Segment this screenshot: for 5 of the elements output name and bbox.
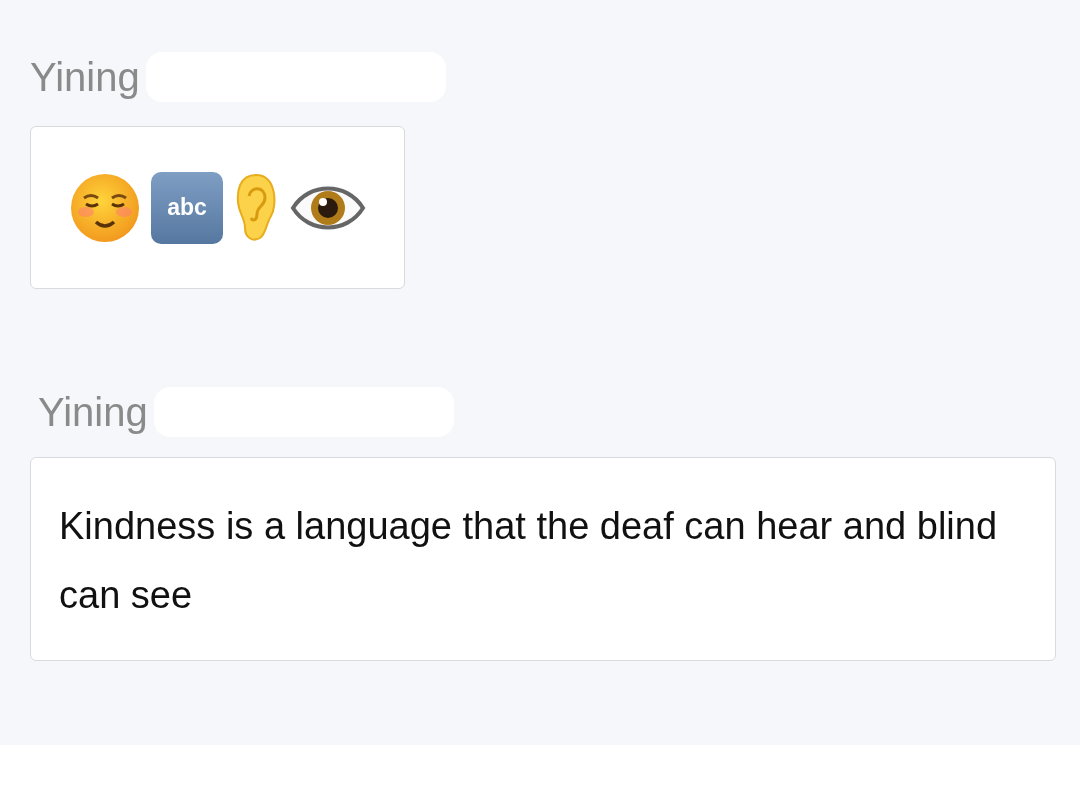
message-text: Kindness is a language that the deaf can hear and blind can see <box>30 457 1056 662</box>
sender-name: Yining <box>38 389 148 436</box>
smiling-face-icon <box>69 171 141 244</box>
abc-icon: abc <box>151 171 223 244</box>
sender-name: Yining <box>30 54 140 101</box>
